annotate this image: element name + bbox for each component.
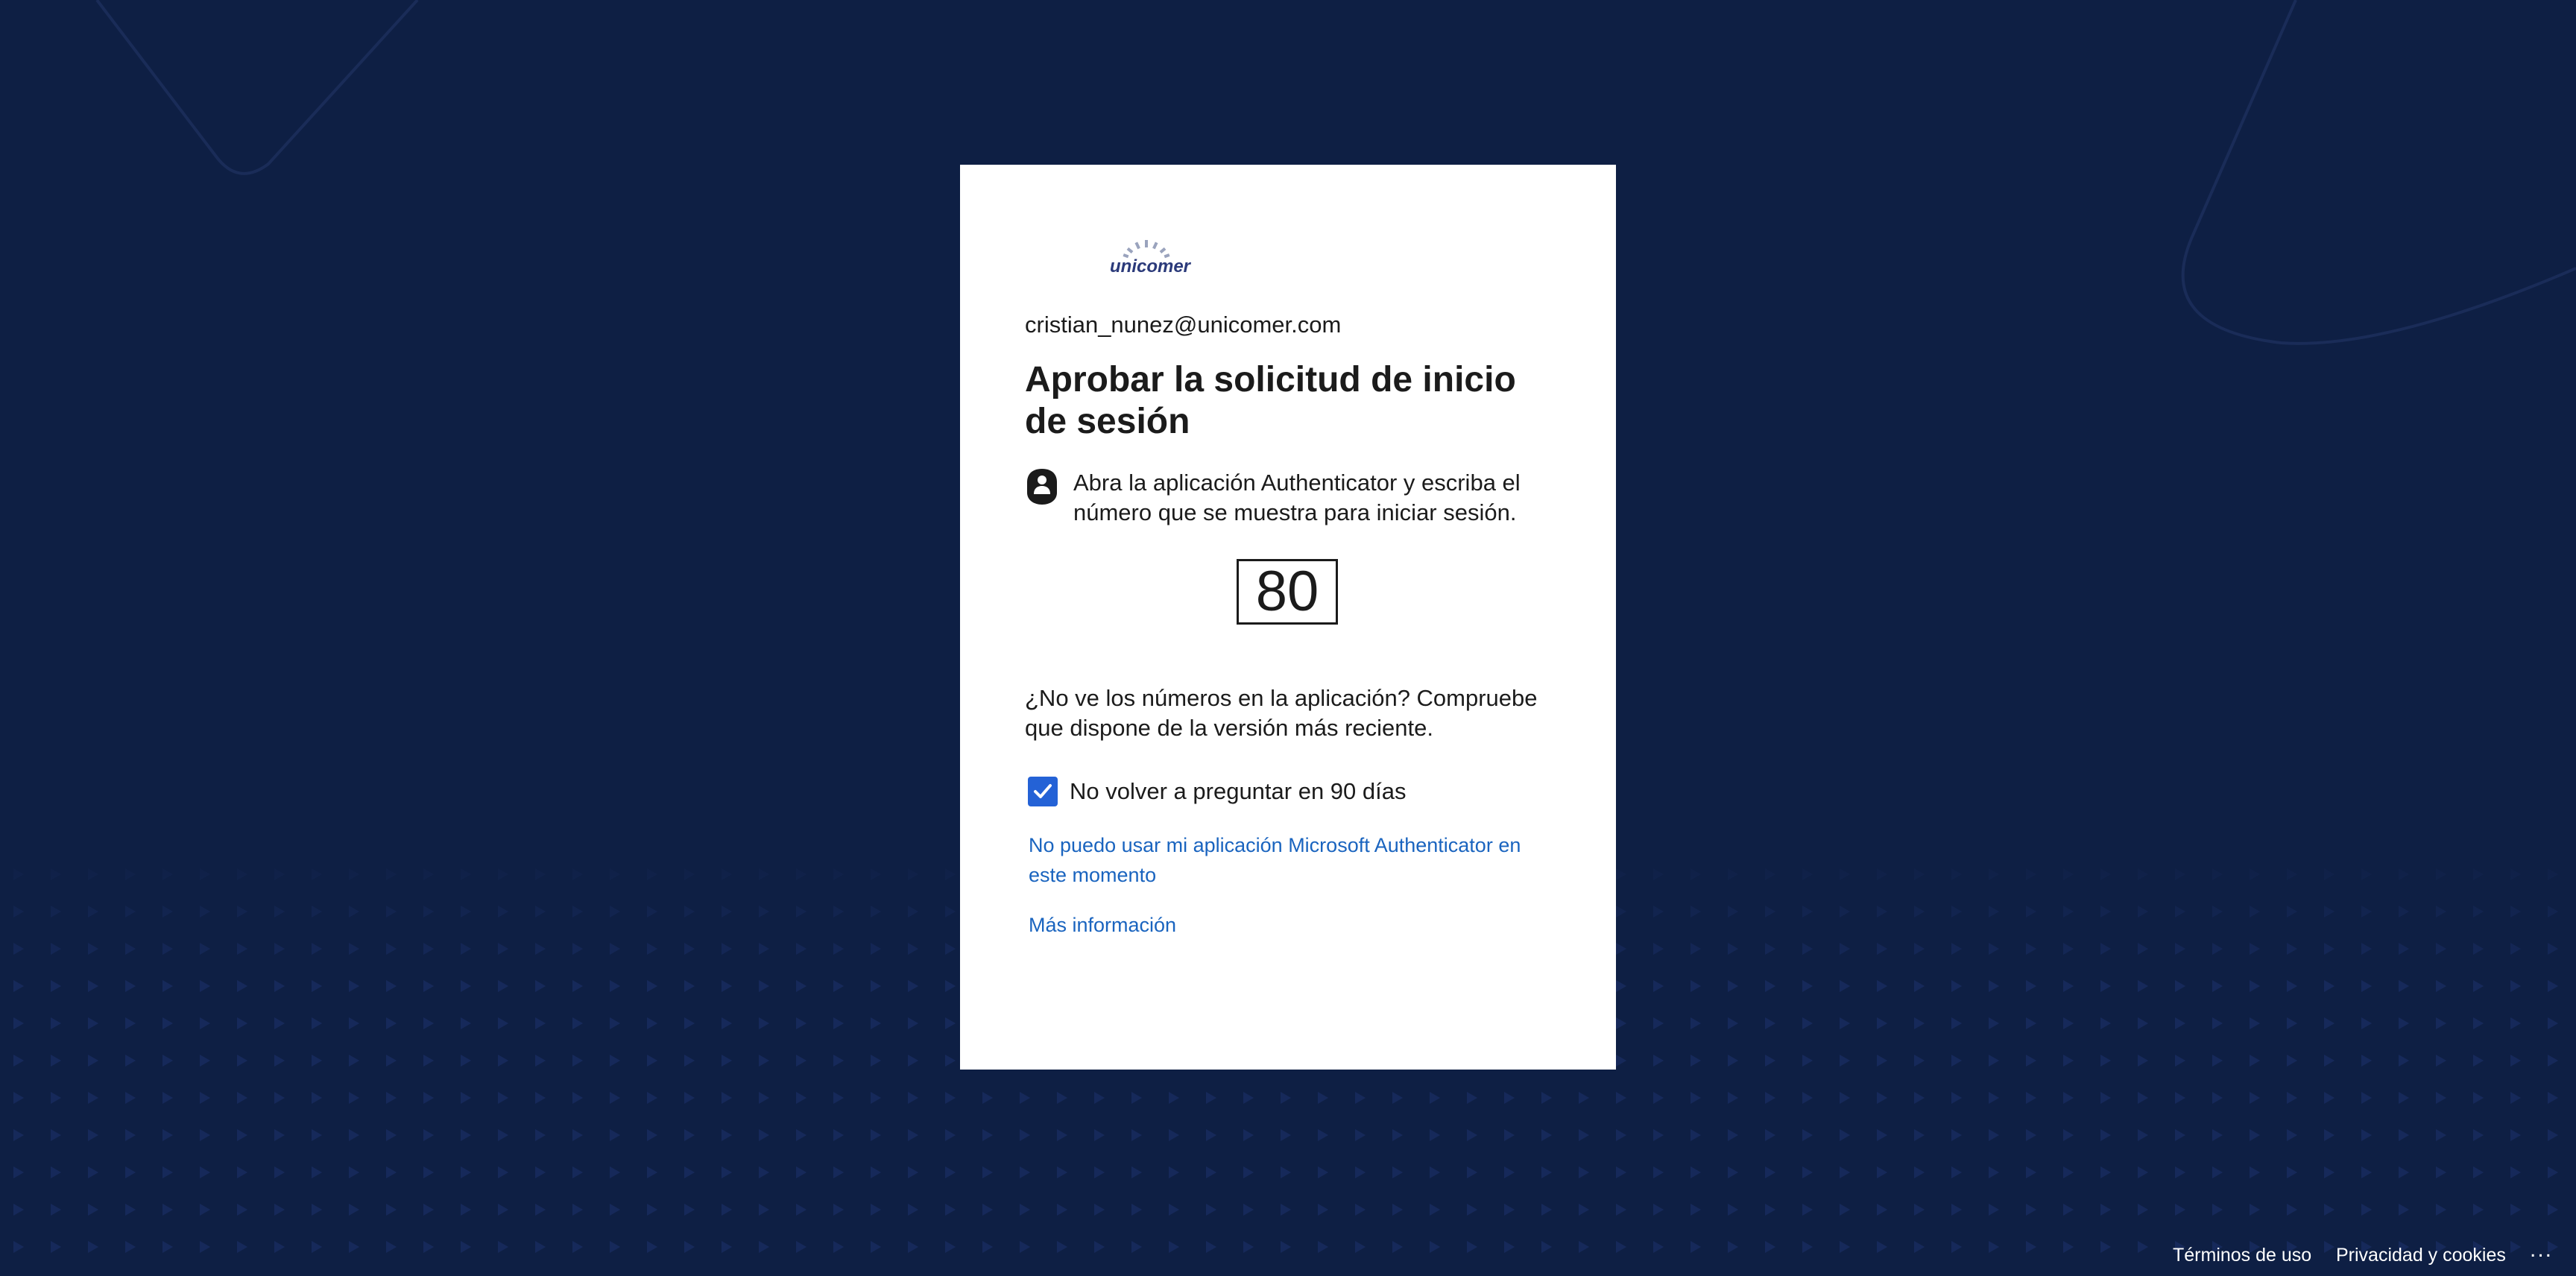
- authenticator-lock-icon: [1027, 469, 1057, 505]
- footer-terms-link[interactable]: Términos de uso: [2173, 1245, 2311, 1266]
- page-title: Aprobar la solicitud de inicio de sesión: [1025, 360, 1516, 441]
- version-hint: ¿No ve los números en la aplicación? Com…: [1025, 685, 1538, 741]
- remember-label[interactable]: No volver a preguntar en 90 días: [1070, 778, 1407, 805]
- logo-text: unicomer: [1110, 256, 1191, 277]
- more-info-link[interactable]: Más información: [1029, 914, 1176, 937]
- account-email: cristian_nunez@unicomer.com: [1025, 312, 1342, 338]
- remember-checkbox[interactable]: [1028, 777, 1058, 806]
- instruction-text: Abra la aplicación Authenticator y escri…: [1073, 470, 1521, 525]
- footer-more-button[interactable]: ...: [2530, 1237, 2553, 1263]
- verification-number: 80: [1237, 559, 1338, 625]
- footer-privacy-link[interactable]: Privacidad y cookies: [2336, 1245, 2506, 1266]
- cant-use-authenticator-link[interactable]: No puedo usar mi aplicación Microsoft Au…: [1029, 830, 1550, 890]
- checkmark-icon: [1034, 784, 1052, 798]
